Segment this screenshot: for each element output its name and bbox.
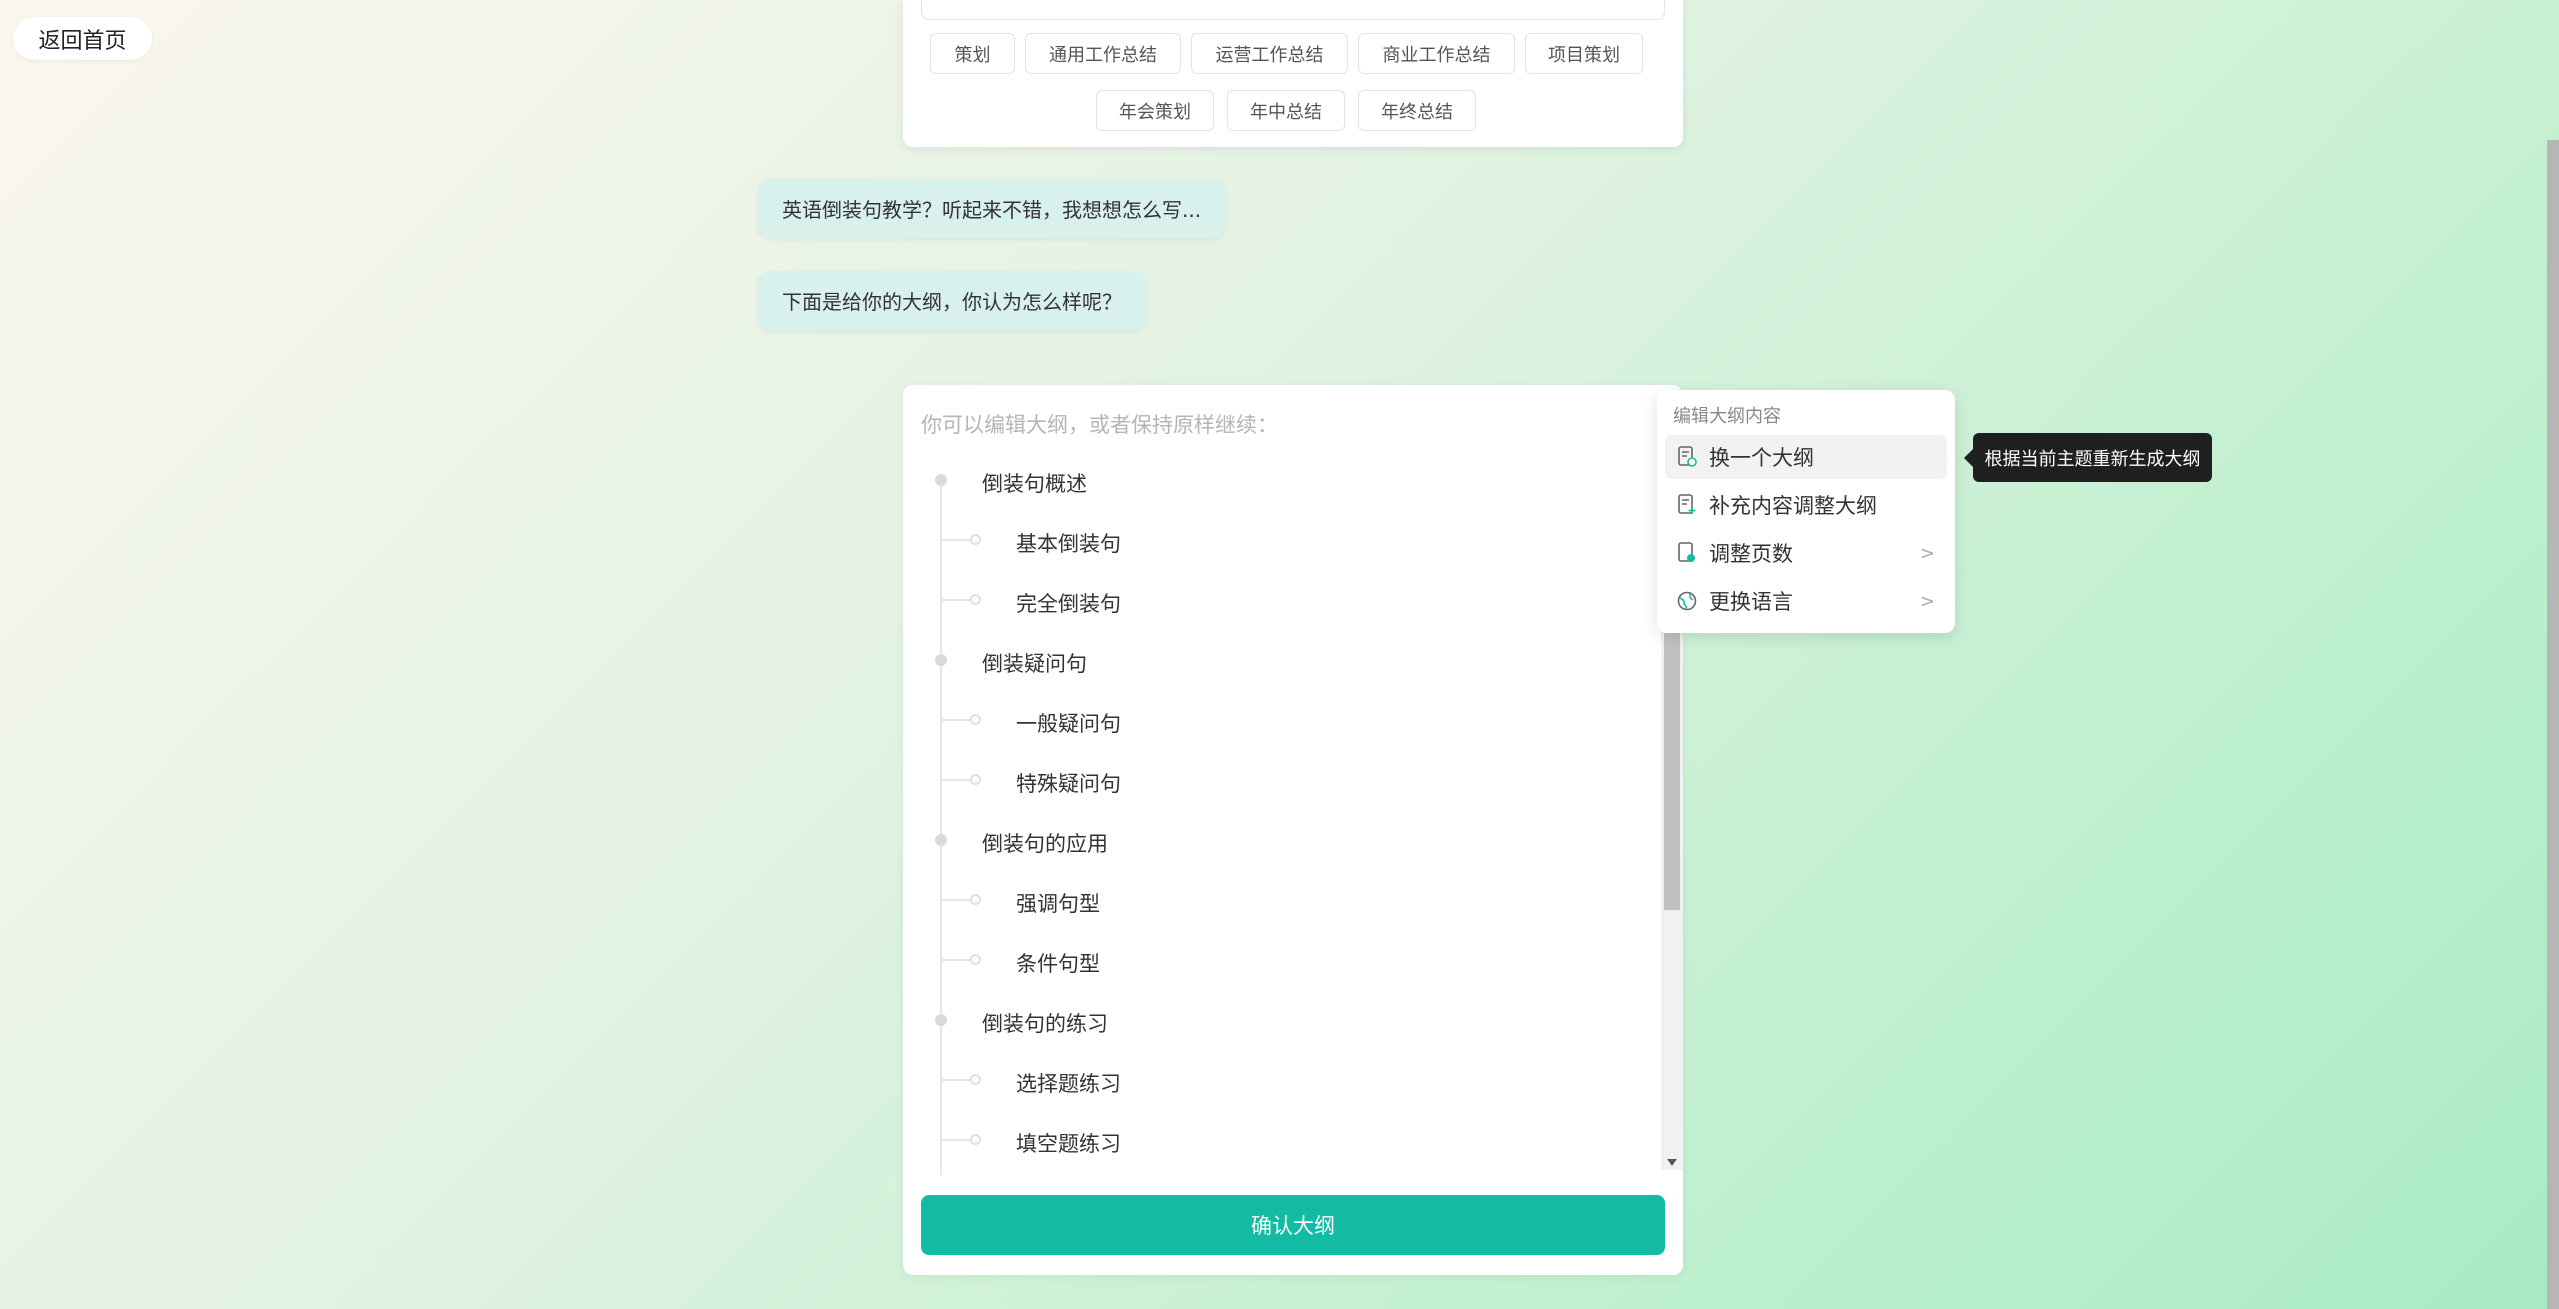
menu-item-label: 换一个大纲 [1709, 446, 1814, 470]
outline-item[interactable]: 选择题练习 [1016, 1068, 1121, 1098]
section-bullet [935, 474, 947, 486]
tag-item[interactable]: 项目策划 [1525, 33, 1643, 74]
menu-item-regenerate-outline[interactable]: 换一个大纲 [1665, 435, 1947, 479]
branch-line [941, 539, 971, 541]
tag-item[interactable]: 年终总结 [1358, 90, 1476, 131]
menu-item-label: 更换语言 [1709, 590, 1793, 614]
outline-section-title[interactable]: 倒装句的练习 [982, 1008, 1108, 1038]
branch-line [941, 1079, 971, 1081]
item-bullet [970, 534, 981, 545]
tree-line [940, 480, 942, 1175]
outline-hint: 你可以编辑大纲，或者保持原样继续： [921, 413, 1278, 437]
edit-outline-menu: 编辑大纲内容 换一个大纲 补充内容调整大纲 调整页数 > 更换语言 > [1657, 390, 1955, 633]
section-bullet [935, 834, 947, 846]
chevron-right-icon: > [1919, 591, 1935, 612]
branch-line [941, 779, 971, 781]
branch-line [941, 719, 971, 721]
branch-line [941, 959, 971, 961]
branch-line [941, 1139, 971, 1141]
tag-item[interactable]: 运营工作总结 [1191, 33, 1348, 74]
branch-line [941, 899, 971, 901]
page-count-icon [1675, 541, 1699, 565]
outline-editor: 你可以编辑大纲，或者保持原样继续： 倒装句概述 基本倒装句 完全倒装句 倒装疑问… [903, 385, 1683, 1275]
outline-item[interactable]: 一般疑问句 [1016, 708, 1121, 738]
item-bullet [970, 594, 981, 605]
menu-title: 编辑大纲内容 [1673, 406, 1781, 427]
outline-section-title[interactable]: 倒装疑问句 [982, 648, 1087, 678]
outline-tree: 你可以编辑大纲，或者保持原样继续： 倒装句概述 基本倒装句 完全倒装句 倒装疑问… [903, 385, 1663, 1175]
menu-item-page-count[interactable]: 调整页数 > [1665, 531, 1947, 575]
section-bullet [935, 1014, 947, 1026]
outline-item[interactable]: 强调句型 [1016, 888, 1100, 918]
menu-item-adjust-outline[interactable]: 补充内容调整大纲 [1665, 483, 1947, 527]
chat-bubble: 下面是给你的大纲，你认为怎么样呢？ [758, 271, 1146, 330]
scrollbar-thumb[interactable] [1664, 620, 1680, 910]
chat-bubble: 英语倒装句教学？听起来不错，我想想怎么写... [758, 179, 1226, 238]
outline-item[interactable]: 基本倒装句 [1016, 528, 1121, 558]
outline-section-title[interactable]: 倒装句概述 [982, 468, 1087, 498]
tag-item[interactable]: 策划 [930, 33, 1015, 74]
chevron-right-icon: > [1919, 543, 1935, 564]
template-tags-panel: 策划 通用工作总结 运营工作总结 商业工作总结 项目策划 年会策划 年中总结 年… [903, 0, 1683, 147]
outline-item[interactable]: 完全倒装句 [1016, 588, 1121, 618]
menu-item-language[interactable]: 更换语言 > [1665, 579, 1947, 623]
item-bullet [970, 774, 981, 785]
outline-item[interactable]: 特殊疑问句 [1016, 768, 1121, 798]
scroll-down-arrow-icon[interactable] [1667, 1159, 1677, 1166]
confirm-outline-button[interactable]: 确认大纲 [921, 1195, 1665, 1255]
language-icon [1675, 589, 1699, 613]
page-scrollbar[interactable] [2547, 140, 2559, 1309]
outline-item[interactable]: 条件句型 [1016, 948, 1100, 978]
tag-item[interactable]: 通用工作总结 [1025, 33, 1181, 74]
topic-input[interactable] [921, 0, 1665, 20]
item-bullet [970, 1074, 981, 1085]
outline-section-title[interactable]: 倒装句的应用 [982, 828, 1108, 858]
section-bullet [935, 654, 947, 666]
doc-refresh-icon [1675, 445, 1699, 469]
regenerate-tooltip: 根据当前主题重新生成大纲 [1964, 433, 2212, 482]
back-home-button[interactable]: 返回首页 [13, 17, 152, 60]
branch-line [941, 599, 971, 601]
menu-item-label: 调整页数 [1709, 542, 1793, 566]
tag-item[interactable]: 商业工作总结 [1358, 33, 1515, 74]
menu-item-label: 补充内容调整大纲 [1709, 494, 1877, 518]
item-bullet [970, 954, 981, 965]
tag-item[interactable]: 年会策划 [1096, 90, 1214, 131]
tag-item[interactable]: 年中总结 [1227, 90, 1345, 131]
item-bullet [970, 714, 981, 725]
doc-add-icon [1675, 493, 1699, 517]
outline-item[interactable]: 填空题练习 [1016, 1128, 1121, 1158]
item-bullet [970, 1134, 981, 1145]
item-bullet [970, 894, 981, 905]
